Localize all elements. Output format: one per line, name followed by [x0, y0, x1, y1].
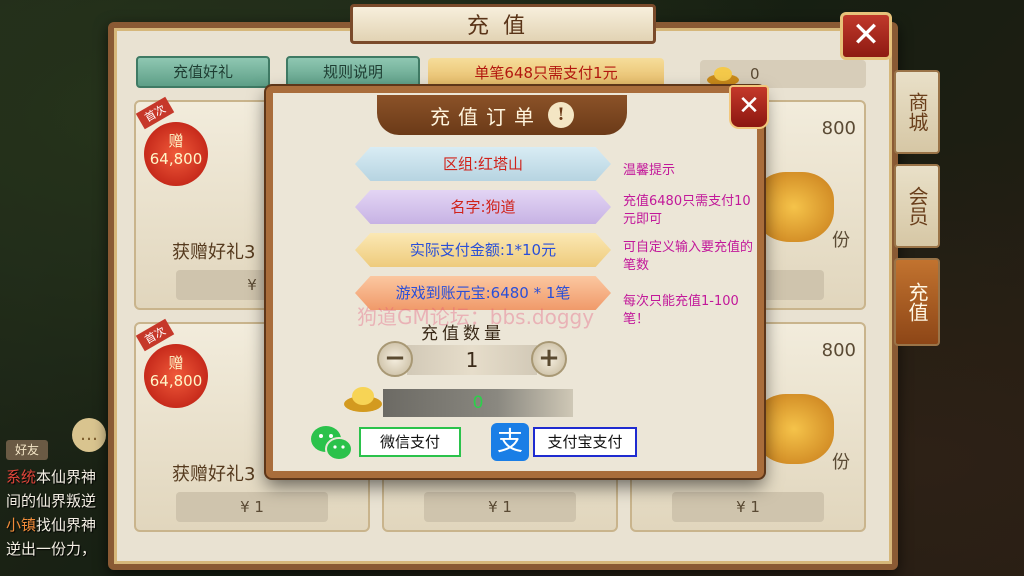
increment-button[interactable]: + — [531, 341, 567, 377]
character-name-banner: 名字:狗道 — [355, 190, 611, 224]
recharge-close-button[interactable]: ✕ — [840, 12, 892, 60]
tip-text: 充值6480只需支付10元即可 — [623, 194, 751, 227]
order-dialog: 充值订单 ! ✕ 区组:红塔山 名字:狗道 实际支付金额:1*10元 游戏到账元… — [266, 85, 769, 478]
gold-amount-field: 0 — [383, 389, 573, 417]
card-unit: 份 — [832, 230, 850, 251]
badge-amount: 64,800 — [149, 150, 203, 168]
bonus-badge: 赠 64,800 — [144, 344, 208, 408]
gold-ingot-icon — [707, 67, 739, 86]
chat-text: 间的仙界叛逆 — [6, 492, 97, 510]
chat-tag: 小镇 — [6, 516, 37, 534]
decrement-button[interactable]: − — [377, 341, 413, 377]
actual-amount-banner: 实际支付金额:1*10元 — [355, 233, 611, 267]
tab-recharge-gifts[interactable]: 充值好礼 — [136, 56, 270, 88]
side-tab-shop[interactable]: 商城 — [894, 70, 940, 154]
badge-label: 赠 — [168, 354, 184, 372]
gold-counter: 0 — [700, 60, 866, 88]
gift-name: 获赠好礼3 — [172, 242, 256, 263]
info-icon[interactable]: ! — [548, 102, 574, 128]
server-banner: 区组:红塔山 — [355, 147, 611, 181]
quantity-input[interactable]: 1 — [407, 345, 537, 375]
badge-label: 赠 — [168, 132, 184, 150]
alipay-icon: 支 — [491, 423, 529, 461]
order-close-button[interactable]: ✕ — [729, 85, 769, 129]
tips-title: 温馨提示 — [623, 163, 676, 178]
tip-text: 可自定义输入要充值的笔数 — [623, 240, 754, 273]
chat-line: 逆出一份力， — [6, 538, 96, 559]
side-tab-recharge[interactable]: 充值 — [894, 258, 940, 346]
chat-tag: 系统 — [6, 468, 37, 486]
promo-banner: 单笔648只需支付1元 — [428, 58, 664, 88]
quantity-stepper: 1 − + — [377, 341, 567, 381]
chat-line: 小镇找仙界神 — [6, 514, 96, 535]
gold-ingot-icon — [344, 387, 382, 412]
chat-text: 本仙界神 — [36, 468, 97, 486]
friend-button[interactable]: 好友 — [6, 440, 48, 460]
wechat-icon — [311, 426, 353, 461]
recharge-window-title: 充值 — [350, 4, 656, 44]
chat-bubble-icon[interactable]: … — [72, 418, 106, 452]
badge-amount: 64,800 — [149, 372, 203, 390]
card-amount: 800 — [821, 118, 856, 139]
chat-text: 逆出一份力， — [6, 540, 97, 558]
chat-text: 找仙界神 — [36, 516, 97, 534]
order-title-text: 充值订单 — [430, 104, 542, 129]
wechat-pay-button[interactable]: 微信支付 — [359, 427, 461, 457]
tab-rules[interactable]: 规则说明 — [286, 56, 420, 88]
order-dialog-title: 充值订单 ! — [377, 95, 627, 135]
card-price: ¥ 1 — [424, 492, 576, 522]
card-amount: 800 — [821, 340, 856, 361]
chat-line: 系统本仙界神 — [6, 466, 96, 487]
bonus-badge: 赠 64,800 — [144, 122, 208, 186]
gift-name: 获赠好礼3 — [172, 464, 256, 485]
side-tab-vip[interactable]: 会员 — [894, 164, 940, 248]
card-unit: 份 — [832, 452, 850, 473]
chat-line: 间的仙界叛逆 — [6, 490, 96, 511]
tip-text: 每次只能充值1-100笔！ — [623, 294, 739, 327]
alipay-pay-button[interactable]: 支付宝支付 — [533, 427, 637, 457]
card-price: ¥ 1 — [672, 492, 824, 522]
gold-bag-icon — [754, 172, 834, 242]
card-price: ¥ 1 — [176, 492, 328, 522]
gold-count: 0 — [750, 65, 760, 83]
treasure-chest-icon — [754, 394, 834, 464]
